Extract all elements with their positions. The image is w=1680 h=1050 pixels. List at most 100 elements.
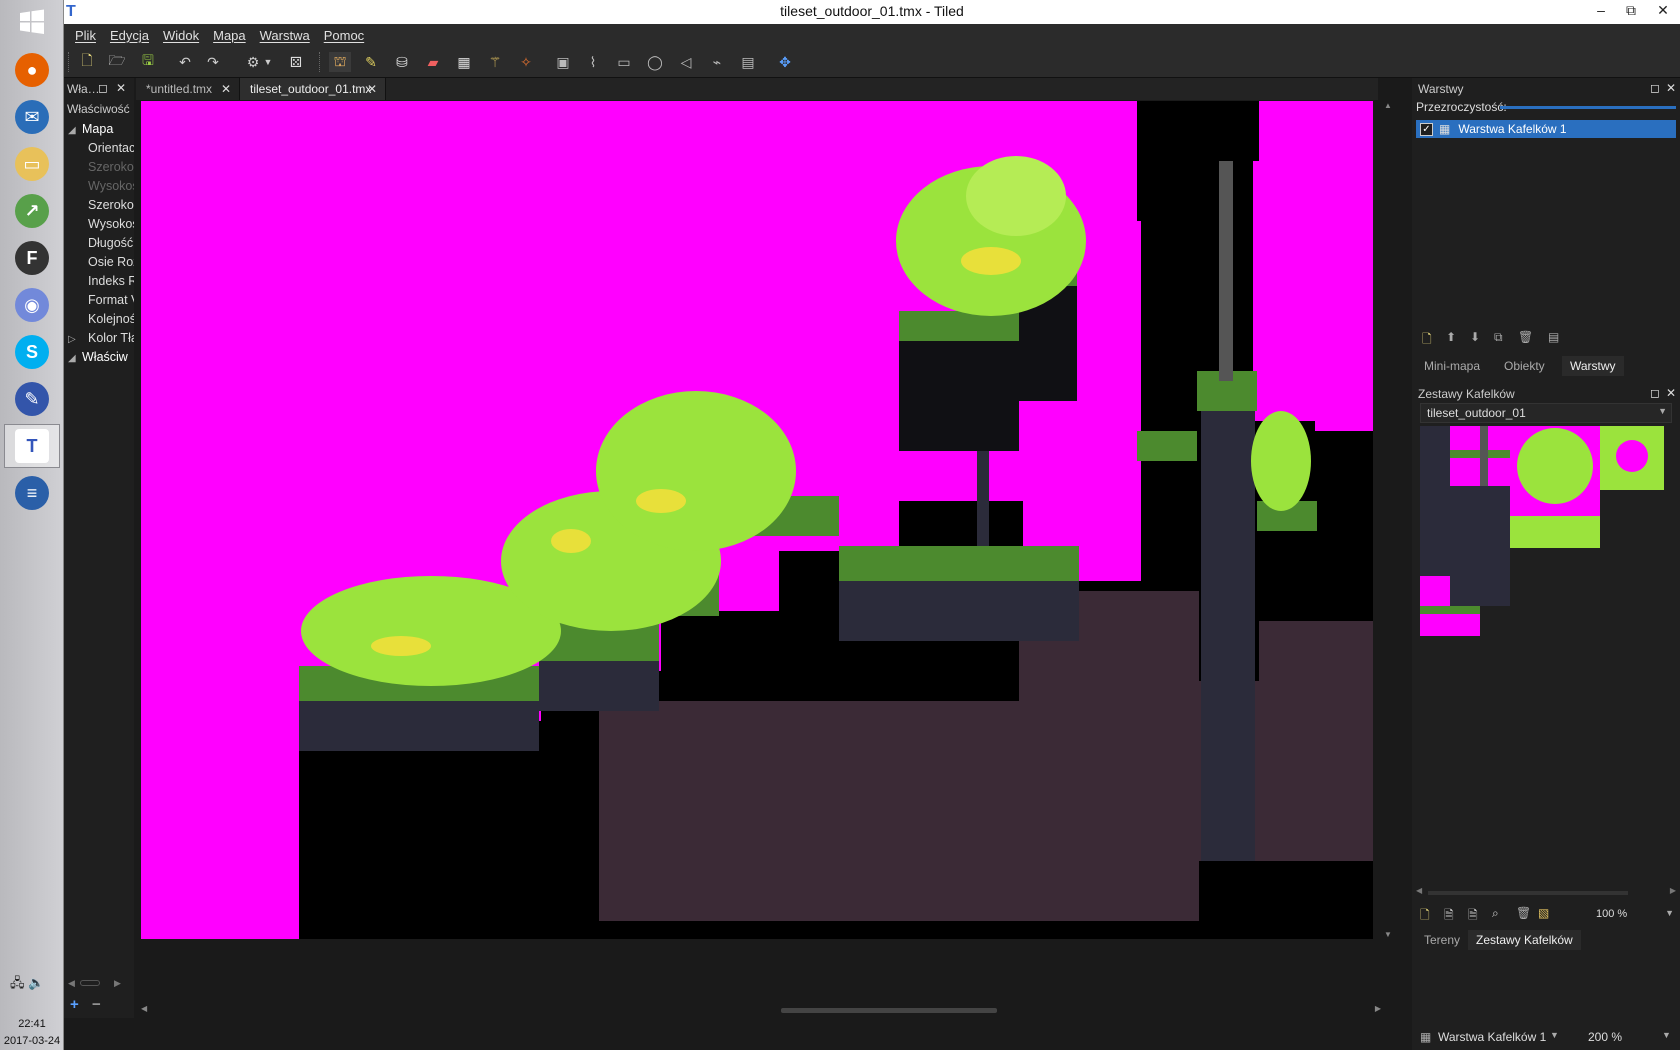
close-panel-icon[interactable]: ✕ (1666, 81, 1676, 95)
taskbar-paint-app-button[interactable]: ✎ (4, 377, 60, 421)
move-tool-icon[interactable]: ✥ (774, 52, 796, 72)
taskbar-skype-button[interactable]: S (4, 330, 60, 374)
insert-polygon-icon[interactable]: ◁ (675, 52, 697, 72)
insert-image-icon[interactable]: ▣ (552, 52, 574, 72)
chevron-down-icon[interactable]: ▼ (1550, 1030, 1559, 1040)
layer-row[interactable]: ✓ ▦ Warstwa Kafelków 1 (1416, 120, 1676, 138)
menu-warstwa[interactable]: Warstwa (253, 28, 317, 43)
tileset-view[interactable] (1420, 426, 1676, 666)
tab-tileset-outdoor[interactable]: tileset_outdoor_01.tmx ✕ (240, 78, 386, 100)
menu-widok[interactable]: Widok (156, 28, 206, 43)
opacity-slider[interactable] (1500, 106, 1676, 109)
map-canvas[interactable] (141, 101, 1373, 939)
float-panel-icon[interactable]: ◻ (1650, 81, 1660, 95)
lower-layer-icon[interactable]: ⬇ (1470, 330, 1480, 344)
tileset-scroll-thumb[interactable] (1428, 891, 1628, 895)
select-same-tile-icon[interactable]: ✧ (515, 52, 537, 72)
scroll-right-icon[interactable]: ▶ (1670, 886, 1676, 895)
dropdown-arrow-icon[interactable]: ▼ (262, 52, 274, 72)
tab-terrains[interactable]: Tereny (1416, 930, 1468, 950)
taskbar-discord-button[interactable]: ◉ (4, 283, 60, 327)
insert-tile-icon[interactable]: ▤ (737, 52, 759, 72)
new-layer-icon[interactable]: 🗋 (1422, 330, 1432, 351)
scroll-left-icon[interactable]: ◀ (1416, 886, 1422, 895)
scroll-right-icon[interactable]: ▶ (1375, 1004, 1381, 1013)
horizontal-scrollbar[interactable]: ◀ ▶ (141, 1004, 1383, 1018)
zoom-select[interactable]: 200 % (1588, 1030, 1622, 1044)
edit-polygons-icon[interactable]: ⌇ (582, 52, 604, 72)
property-row[interactable]: Osie Roz (64, 253, 134, 272)
redo-icon[interactable]: ↷ (202, 52, 224, 72)
import-tileset-icon[interactable]: 🗎 (1444, 906, 1454, 927)
property-row[interactable]: Długość (64, 234, 134, 253)
undo-icon[interactable]: ↶ (174, 52, 196, 72)
float-panel-icon[interactable]: ◻ (1650, 386, 1660, 400)
float-panel-icon[interactable]: ◻ (98, 81, 108, 95)
delete-layer-icon[interactable]: 🗑 (1518, 330, 1533, 344)
property-group[interactable]: ◢ Mapa (64, 120, 134, 139)
tileset-dropdown[interactable]: tileset_outdoor_01 ▼ (1420, 403, 1672, 423)
delete-tileset-icon[interactable]: 🗑 (1516, 906, 1531, 920)
vertical-scrollbar[interactable]: ▲ ▼ (1381, 101, 1395, 941)
duplicate-layer-icon[interactable]: ⧉ (1494, 330, 1503, 345)
scroll-right-icon[interactable]: ▶ (114, 978, 121, 989)
close-tab-icon[interactable]: ✕ (367, 78, 377, 100)
property-row[interactable]: Szerokoś (64, 158, 134, 177)
new-tileset-icon[interactable]: 🗋 (1420, 906, 1430, 927)
tileset-scrollbar[interactable]: ◀ ▶ (1416, 886, 1676, 898)
menu-mapa[interactable]: Mapa (206, 28, 253, 43)
insert-ellipse-icon[interactable]: ◯ (644, 52, 666, 72)
property-row[interactable]: Format V (64, 291, 134, 310)
tab-minimap[interactable]: Mini-mapa (1416, 356, 1488, 376)
tab-objects[interactable]: Obiekty (1496, 356, 1553, 376)
tab-tilesets[interactable]: Zestawy Kafelków (1468, 930, 1581, 950)
property-group[interactable]: ◢ Właściw (64, 348, 134, 367)
property-row[interactable]: ▷ Kolor Tła (64, 329, 134, 348)
expand-arrow-icon[interactable]: ◢ (68, 121, 82, 139)
property-row[interactable]: Wysokoś (64, 215, 134, 234)
property-row[interactable]: Orientac (64, 139, 134, 158)
tileset-properties-icon[interactable]: ⌕ (1492, 906, 1499, 921)
menu-pomoc[interactable]: Pomoc (317, 28, 371, 43)
chevron-down-icon[interactable]: ▼ (1665, 908, 1674, 918)
stamp-brush-icon[interactable]: ⛫ (329, 52, 351, 72)
terrain-brush-icon[interactable]: ✎ (360, 52, 382, 72)
horizontal-scroll-thumb[interactable] (781, 1008, 997, 1013)
taskbar-thunderbird-button[interactable]: ✉ (4, 95, 60, 139)
property-row[interactable]: Indeks R (64, 272, 134, 291)
menu-plik[interactable]: Plik (68, 28, 103, 43)
new-file-icon[interactable]: 🗋 (76, 52, 98, 72)
remove-property-icon[interactable]: − (92, 996, 101, 1013)
menu-edycja[interactable]: Edycja (103, 28, 156, 43)
magic-wand-icon[interactable]: ⚚ (484, 52, 506, 72)
horizontal-scrollbar[interactable] (80, 980, 100, 986)
chevron-down-icon[interactable]: ▼ (1662, 1030, 1671, 1040)
edit-terrain-icon[interactable]: ▧ (1538, 906, 1549, 920)
taskbar-tiled-button[interactable]: T (4, 424, 60, 468)
taskbar-writer-button[interactable]: ≡ (4, 471, 60, 515)
tab-layers[interactable]: Warstwy (1562, 356, 1624, 376)
close-panel-icon[interactable]: ✕ (1666, 386, 1676, 400)
property-row[interactable]: Szerokoś (64, 196, 134, 215)
expand-arrow-icon[interactable]: ▷ (68, 330, 82, 348)
scroll-left-icon[interactable]: ◀ (141, 1004, 147, 1013)
dice-icon[interactable]: ⚄ (285, 52, 307, 72)
taskbar-firefox-button[interactable]: ● (4, 48, 60, 92)
export-tileset-icon[interactable]: 🗎 (1468, 906, 1478, 927)
tab-untitled[interactable]: *untitled.tmx ✕ (136, 78, 240, 100)
network-icon[interactable]: 🖧 (10, 975, 25, 990)
scroll-up-icon[interactable]: ▲ (1384, 101, 1392, 110)
eraser-icon[interactable]: ▰ (422, 52, 444, 72)
layer-visible-checkbox[interactable]: ✓ (1420, 122, 1433, 136)
clock[interactable]: 22:41 2017-03-24 (0, 1016, 64, 1050)
property-row[interactable]: Kolejnoś (64, 310, 134, 329)
close-panel-icon[interactable]: ✕ (116, 81, 126, 95)
close-button[interactable]: ✕ (1648, 0, 1678, 22)
add-property-icon[interactable]: + (70, 996, 79, 1013)
current-layer-select[interactable]: Warstwa Kafelków 1 (1438, 1030, 1546, 1044)
taskbar-f-app-button[interactable]: F (4, 236, 60, 280)
close-tab-icon[interactable]: ✕ (221, 78, 231, 100)
start-button[interactable] (4, 0, 60, 44)
expand-arrow-icon[interactable]: ◢ (68, 349, 82, 367)
taskbar-chart-app-button[interactable]: ↗ (4, 189, 60, 233)
